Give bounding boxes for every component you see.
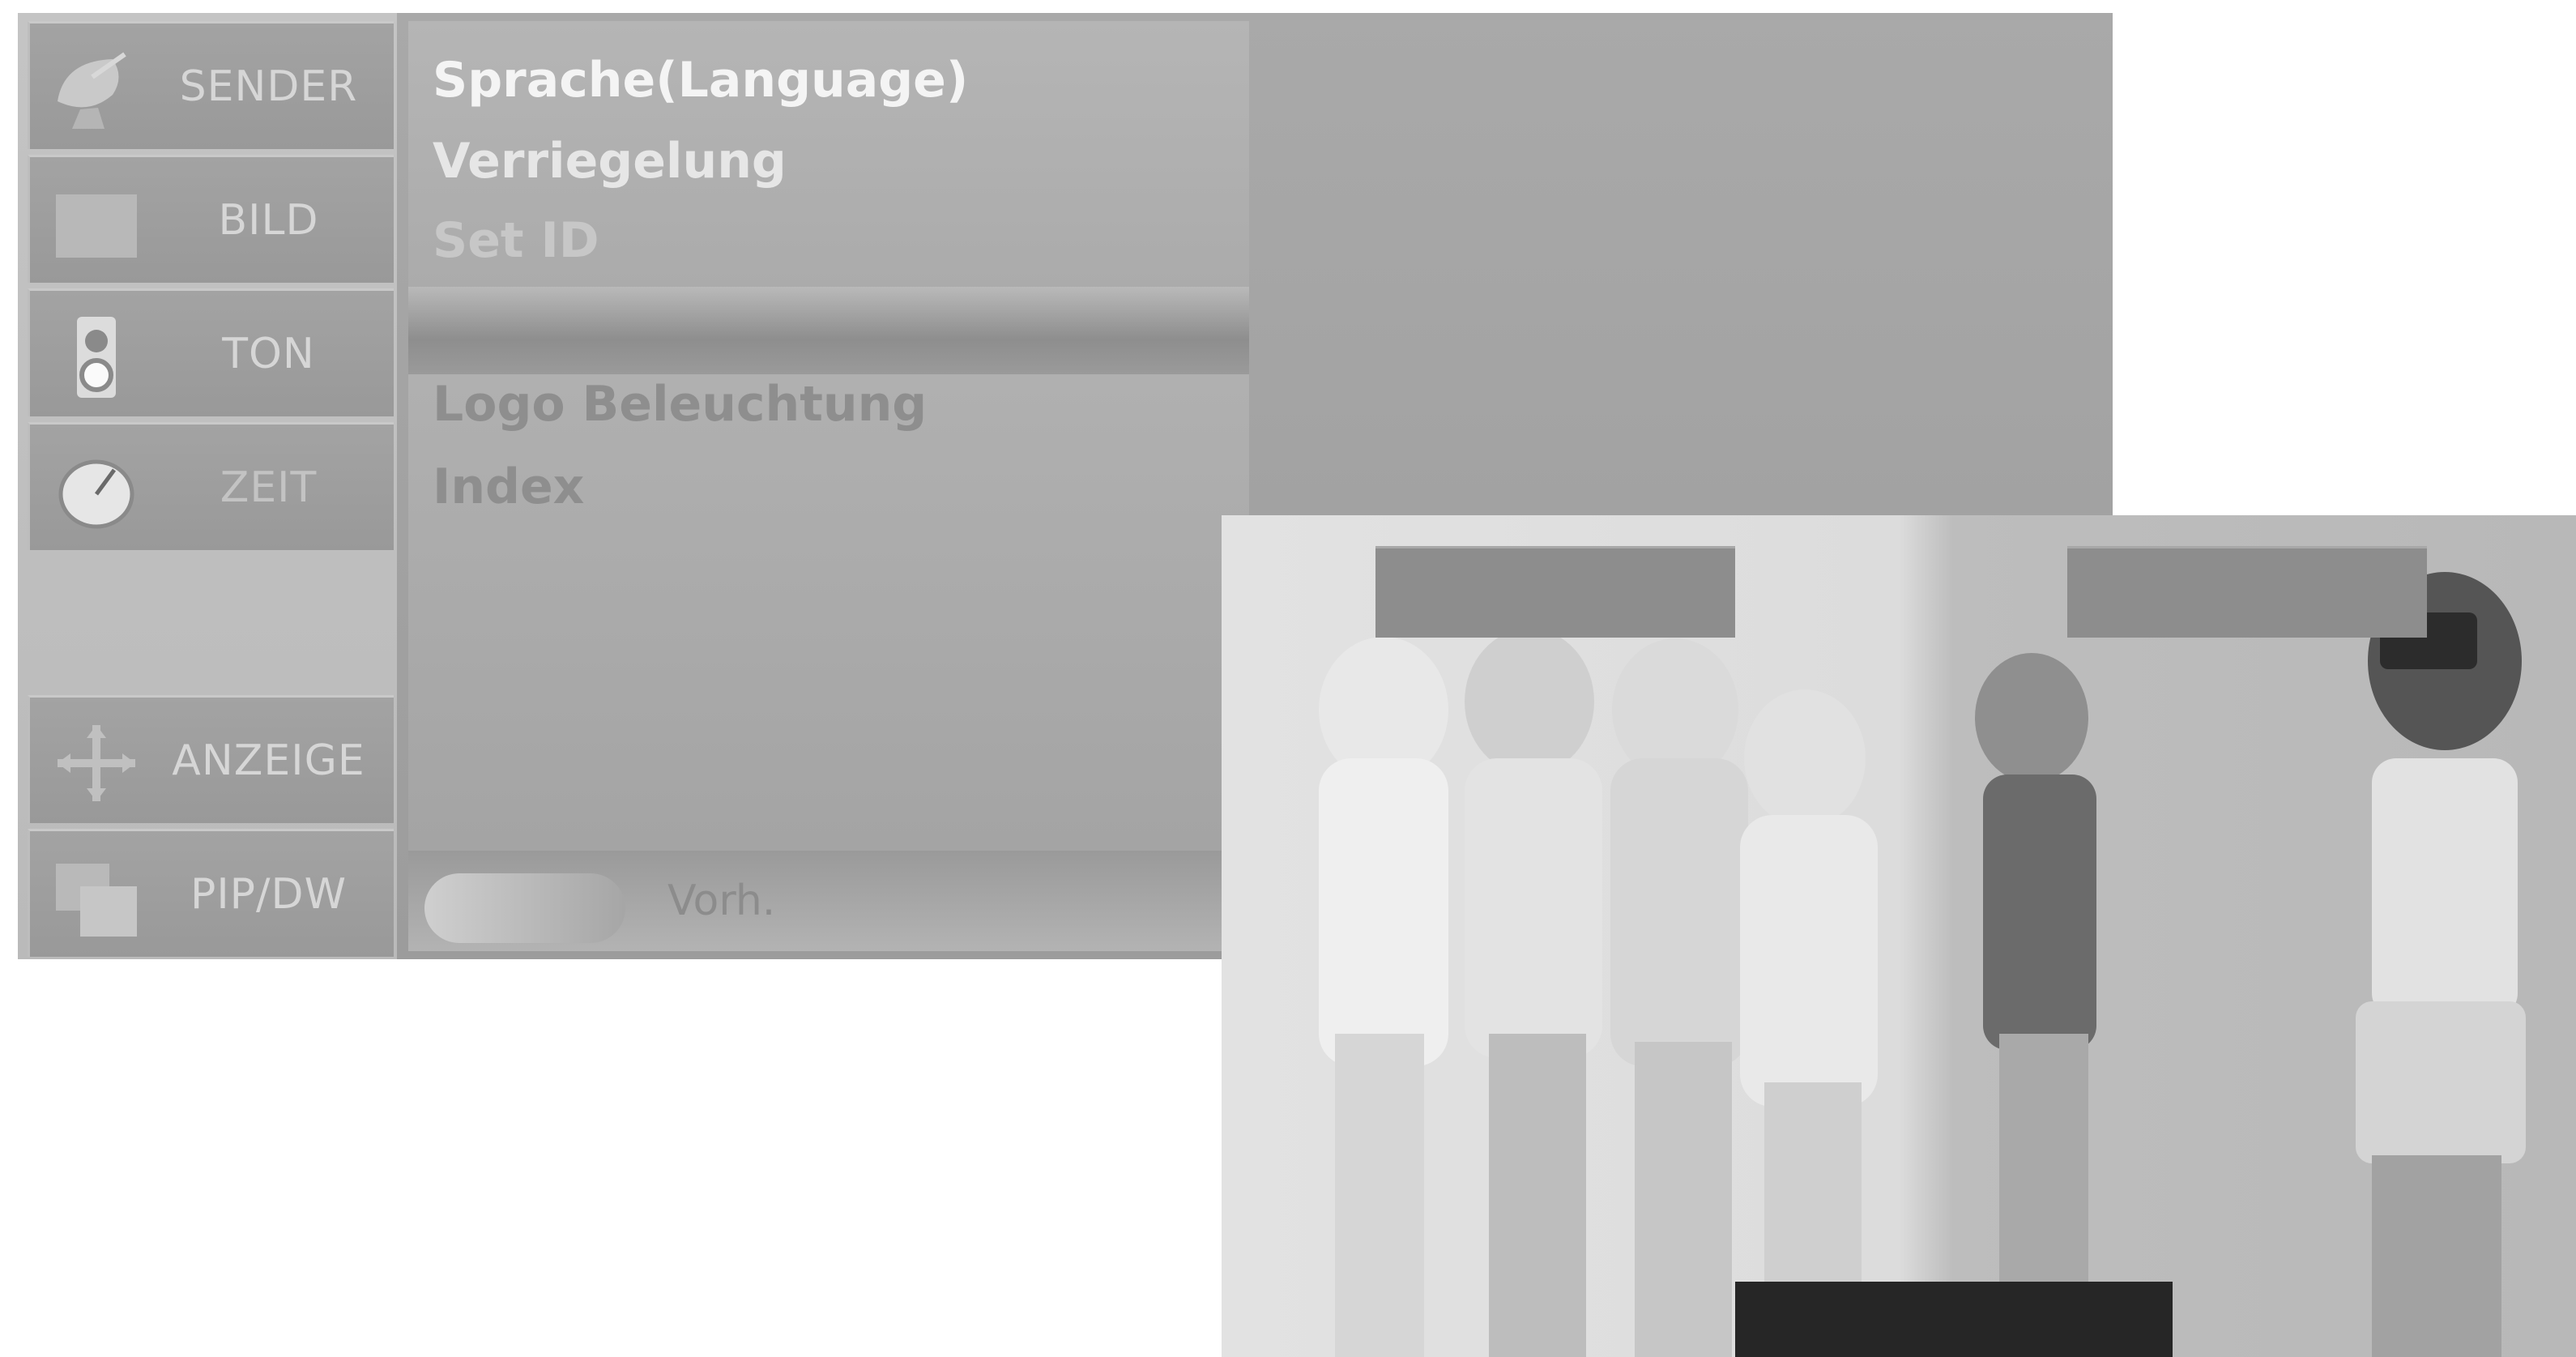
submenu-divider xyxy=(408,287,1249,374)
prev-label: Vorh. xyxy=(667,877,776,925)
menu-item-index[interactable]: Index xyxy=(433,459,584,515)
menu-item-logo-light[interactable]: Logo Beleuchtung xyxy=(433,376,927,433)
category-bild[interactable]: BILD xyxy=(28,155,394,283)
children-photo-image xyxy=(1319,572,2526,1357)
arrows-icon xyxy=(58,725,135,801)
category-label: SENDER xyxy=(179,62,358,111)
menu-item-language[interactable]: Sprache(Language) xyxy=(433,52,968,109)
category-ton[interactable]: TON xyxy=(28,288,394,416)
picture-icon xyxy=(56,194,137,258)
clock-icon xyxy=(58,459,134,529)
prev-button-pill[interactable] xyxy=(424,873,625,943)
background-photo xyxy=(1222,515,2576,1357)
submenu-lower-panel xyxy=(408,374,1249,851)
photo-overlay-bar-right xyxy=(2067,546,2427,638)
category-pip-dw[interactable]: PIP/DW xyxy=(28,829,394,957)
photo-overlay-bar-bottom xyxy=(1735,1282,2173,1357)
speaker-icon xyxy=(77,317,116,398)
photo-overlay-bar-left xyxy=(1375,546,1735,638)
category-label: TON xyxy=(222,329,315,378)
menu-item-lock[interactable]: Verriegelung xyxy=(433,133,787,190)
category-label: ANZEIGE xyxy=(172,736,365,785)
pip-icon xyxy=(56,864,137,937)
category-label: ZEIT xyxy=(220,463,318,512)
category-sender[interactable]: SENDER xyxy=(28,21,394,149)
category-label: BILD xyxy=(218,195,319,245)
category-label: PIP/DW xyxy=(190,869,348,919)
category-zeit[interactable]: ZEIT xyxy=(28,422,394,550)
menu-item-set-id[interactable]: Set ID xyxy=(433,212,599,269)
satellite-dish-icon xyxy=(58,52,126,129)
category-anzeige[interactable]: ANZEIGE xyxy=(28,695,394,823)
